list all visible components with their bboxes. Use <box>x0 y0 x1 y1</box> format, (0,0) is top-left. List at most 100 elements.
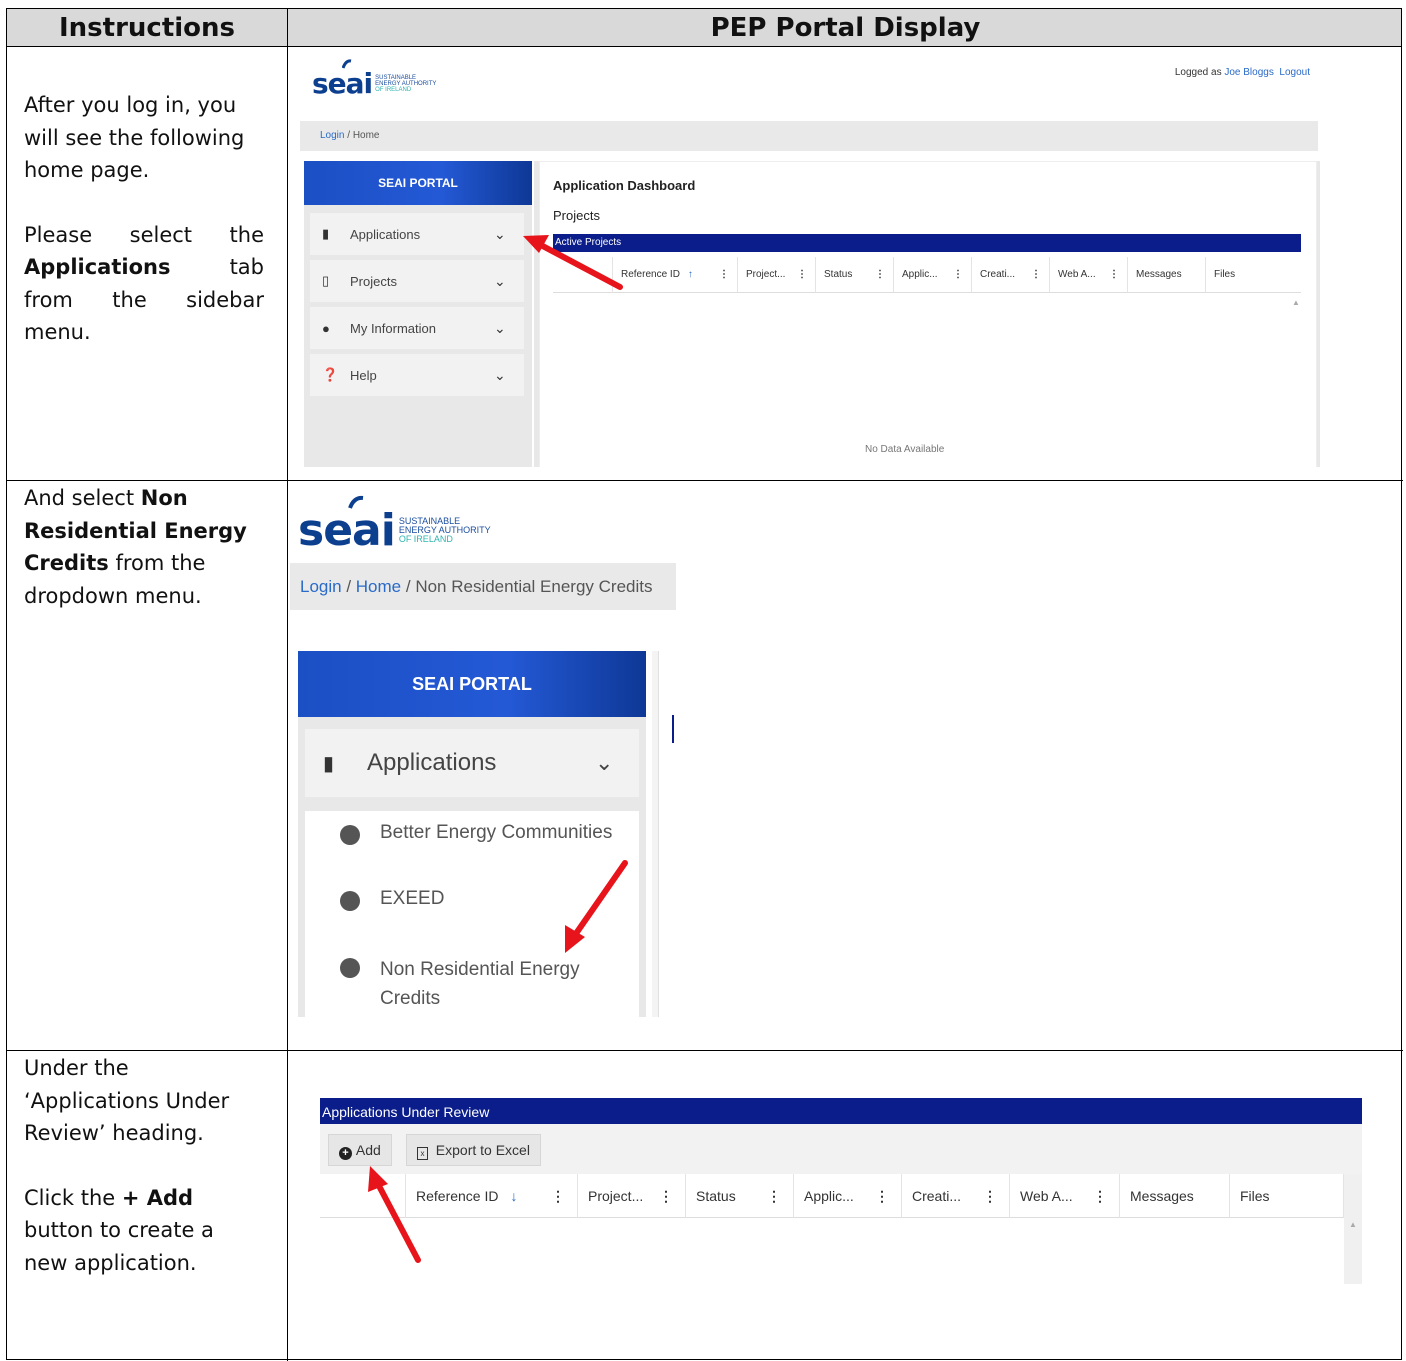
chevron-down-icon: ⌄ <box>494 366 506 383</box>
column-menu-icon[interactable]: ⋮ <box>659 1174 673 1218</box>
column-label: Messages <box>1130 1188 1194 1204</box>
submenu-label: Non Residential Energy Credits <box>380 955 580 1013</box>
no-data-message: No Data Available <box>865 444 945 455</box>
breadcrumb-separator: / <box>344 130 353 141</box>
column-label: Status <box>696 1188 736 1204</box>
portal-header: SEAI PORTAL <box>304 161 532 205</box>
column-menu-icon[interactable]: ⋮ <box>767 1174 781 1218</box>
column-messages[interactable]: Messages <box>1128 257 1206 293</box>
logo-word: seai <box>312 67 373 100</box>
breadcrumb-login[interactable]: Login <box>320 130 344 141</box>
instr-bold: Credits <box>24 551 109 575</box>
instr-line: dropdown menu. <box>24 583 202 608</box>
column-label: Applic... <box>902 269 938 280</box>
column-label: Web A... <box>1020 1188 1073 1204</box>
column-menu-icon[interactable]: ⋮ <box>1093 1174 1107 1218</box>
projects-title: Projects <box>553 208 600 223</box>
column-menu-icon[interactable]: ⋮ <box>1109 257 1119 293</box>
red-arrow-annotation <box>368 1166 421 1263</box>
instr-line: from the sidebar <box>24 287 264 312</box>
submenu-label: Better Energy Communities <box>380 822 613 843</box>
breadcrumb-separator: / <box>401 577 416 596</box>
column-menu-icon[interactable]: ⋮ <box>875 257 885 293</box>
column-applic[interactable]: Applic... ⋮ <box>794 1174 902 1218</box>
submenu-exeed[interactable]: EXEED <box>340 888 444 911</box>
instr-line: Under the <box>24 1056 129 1080</box>
dashboard-panel: Application Dashboard Projects Active Pr… <box>539 161 1317 467</box>
main-panel-edge <box>658 651 680 1017</box>
logo-word: seai <box>298 505 396 556</box>
column-menu-icon[interactable]: ⋮ <box>875 1174 889 1218</box>
instr-bold: + Add <box>121 1185 194 1210</box>
column-applic[interactable]: Applic... ⋮ <box>894 257 972 293</box>
row-divider <box>7 480 1403 481</box>
column-menu-icon[interactable]: ⋮ <box>719 257 729 293</box>
column-project[interactable]: Project... ⋮ <box>578 1174 686 1218</box>
sidebar-item-projects[interactable]: ▯ Projects ⌄ <box>310 260 524 302</box>
column-reference-id[interactable]: Reference ID ↓ ⋮ <box>406 1174 578 1218</box>
sidebar: SEAI PORTAL ▮ Applications ⌄ ▯ Projects … <box>304 161 532 467</box>
instr-text: from the <box>108 551 206 575</box>
column-menu-icon[interactable]: ⋮ <box>797 257 807 293</box>
column-creati[interactable]: Creati... ⋮ <box>902 1174 1010 1218</box>
sidebar-item-my-information[interactable]: ● My Information ⌄ <box>310 307 524 349</box>
sidebar-item-help[interactable]: ❓ Help ⌄ <box>310 354 524 396</box>
logo-sub-line: OF IRELAND <box>375 86 412 93</box>
grid-scrollbar[interactable]: ▲ <box>1344 1174 1362 1284</box>
chevron-down-icon: ⌄ <box>494 319 506 336</box>
sidebar-item-label: Applications <box>367 749 497 776</box>
column-messages[interactable]: Messages <box>1120 1174 1230 1218</box>
row2-instructions: And select Non Residential Energy Credit… <box>24 482 264 612</box>
user-link[interactable]: Joe Bloggs <box>1224 67 1273 78</box>
column-reference-id[interactable]: Reference ID ↑ ⋮ <box>613 257 738 293</box>
instr-line: button to create a <box>24 1218 214 1242</box>
help-icon: ❓ <box>322 367 339 382</box>
instr-line: menu. <box>24 320 91 344</box>
column-label: Messages <box>1136 269 1182 280</box>
row-divider <box>7 1050 1403 1051</box>
grid-toolbar: + Add x Export to Excel <box>320 1124 1362 1174</box>
breadcrumb-login[interactable]: Login <box>300 577 342 596</box>
column-files[interactable]: Files <box>1206 257 1301 293</box>
submenu-better-energy-communities[interactable]: Better Energy Communities <box>340 822 612 845</box>
column-menu-icon[interactable]: ⋮ <box>1031 257 1041 293</box>
submenu-label-line: Non Residential Energy <box>380 959 580 980</box>
column-creati[interactable]: Creati... ⋮ <box>972 257 1050 293</box>
dashboard-title: Application Dashboard <box>553 178 696 193</box>
column-status[interactable]: Status ⋮ <box>686 1174 794 1218</box>
logo-subtitle: SUSTAINABLE ENERGY AUTHORITY OF IRELAND <box>375 75 436 93</box>
sidebar-item-label: My Information <box>350 320 436 336</box>
instr-text: And select <box>24 486 141 510</box>
grid-body <box>320 1218 1344 1284</box>
instr-line: home page. <box>24 158 150 182</box>
sidebar-item-applications[interactable]: ▮ Applications ⌄ <box>310 213 524 255</box>
bullet-icon <box>340 825 360 845</box>
scroll-up-icon[interactable]: ▲ <box>1349 1220 1357 1229</box>
seai-logo: seai SUSTAINABLE ENERGY AUTHORITY OF IRE… <box>312 59 436 100</box>
sort-arrow-icon: ↓ <box>510 1188 518 1204</box>
scroll-up-icon[interactable]: ▲ <box>1292 298 1300 307</box>
column-divider <box>287 9 288 1361</box>
column-web-a[interactable]: Web A... ⋮ <box>1050 257 1128 293</box>
column-project[interactable]: Project... ⋮ <box>738 257 816 293</box>
sidebar-item-label: Projects <box>350 273 397 289</box>
sidebar-item-label: Applications <box>350 226 421 242</box>
instr-line: Click the + Add <box>24 1182 264 1215</box>
column-web-a[interactable]: Web A... ⋮ <box>1010 1174 1120 1218</box>
column-menu-icon[interactable]: ⋮ <box>551 1174 565 1218</box>
breadcrumb-home[interactable]: Home <box>356 577 401 596</box>
column-label: Files <box>1240 1188 1270 1204</box>
logo-swoosh-icon <box>342 59 352 69</box>
sidebar-item-applications[interactable]: ▮ Applications ⌄ <box>305 729 639 797</box>
column-files[interactable]: Files <box>1230 1174 1344 1218</box>
instr-line: will see the following <box>24 125 245 150</box>
column-status[interactable]: Status ⋮ <box>816 257 894 293</box>
logout-link[interactable]: Logout <box>1279 67 1310 78</box>
chevron-down-icon: ⌄ <box>595 750 614 775</box>
row1-instructions: After you log in, you will see the follo… <box>24 89 264 349</box>
column-menu-icon[interactable]: ⋮ <box>983 1174 997 1218</box>
breadcrumb-separator: / <box>341 577 356 596</box>
submenu-non-residential-energy-credits[interactable]: Non Residential Energy Credits <box>340 955 580 1013</box>
plus-circle-icon: + <box>339 1147 352 1160</box>
column-menu-icon[interactable]: ⋮ <box>953 257 963 293</box>
